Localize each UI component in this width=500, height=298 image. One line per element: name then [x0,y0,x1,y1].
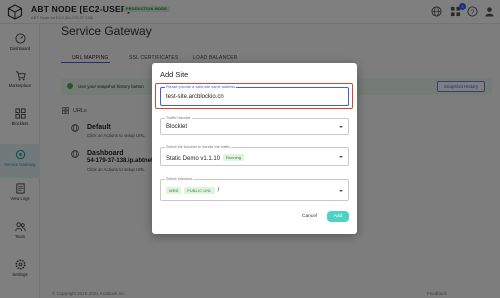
traffic-handler-value: Blocklet [166,124,188,130]
chevron-down-icon [339,156,343,158]
highlight-annotation [155,83,353,109]
cancel-button[interactable]: Cancel [302,214,317,219]
traffic-handler-select[interactable]: Traffic Handler Blocklet [160,116,349,135]
chevron-down-icon [339,126,343,128]
field-legend: Select the blocklet to handle the traffi… [165,145,232,149]
interface-chip: WEB [166,187,182,194]
chevron-down-icon [339,190,343,192]
blocklet-name: Static Demo v1.1.10 [166,156,221,162]
dialog-title: Add Site [160,70,189,79]
blocklet-value: Static Demo v1.1.10 Running [166,154,244,162]
blocklet-select[interactable]: Select the blocklet to handle the traffi… [160,145,349,166]
field-legend: Select Interface [165,177,194,181]
interface-chip: PUBLIC URL [184,187,215,194]
interface-value: WEB PUBLIC URL / [166,187,219,194]
status-badge: Running [223,154,244,161]
field-legend: Traffic Handler [165,116,192,120]
add-button[interactable]: Add [327,211,349,222]
interface-path: / [217,187,220,194]
interface-select[interactable]: Select Interface WEB PUBLIC URL / [160,177,349,201]
